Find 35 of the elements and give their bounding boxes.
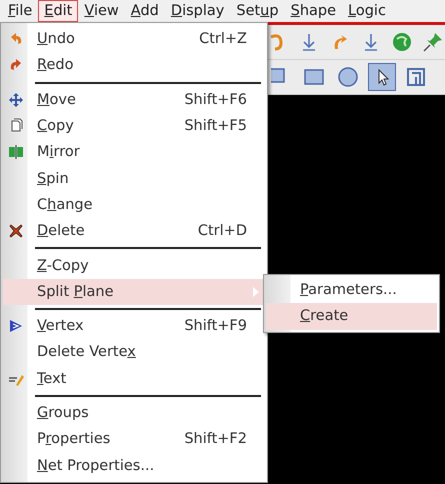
menu-item[interactable]: Redo [3,52,265,79]
globe-icon [390,31,413,53]
menu-item[interactable]: Properties Shift+F2 [3,426,265,452]
menu-item[interactable]: Net Properties... [3,452,265,479]
circle-icon [337,66,359,88]
menu-bar-item[interactable]: Display [164,0,230,22]
submenu-arrow-icon [253,286,259,297]
menu-item[interactable]: Delete Ctrl+D [3,218,265,244]
move-icon [8,92,24,108]
menu-item[interactable]: Move Shift+F6 [3,86,265,113]
menu-item[interactable]: Text [3,366,265,392]
menu-bar-item[interactable]: Logic [342,0,392,22]
frame-icon [405,66,427,88]
menu-bar-item[interactable]: View [78,0,125,22]
menu-bar-item[interactable]: Add [124,0,165,22]
menu-item[interactable]: Split Plane [3,278,265,305]
menu-bar-item[interactable]: Edit [38,0,78,22]
menu-item[interactable]: Vertex Shift+F9 [3,312,265,340]
delete-icon [8,223,24,240]
menu-item[interactable]: Parameters... [266,277,437,304]
menu-item[interactable]: Change [3,192,265,218]
menu-item[interactable]: Mirror [3,139,265,166]
vertex-icon [8,318,24,334]
toolbar-button[interactable] [368,63,396,91]
menu-bar-item[interactable]: Setup [230,0,285,22]
mirror-icon [8,144,24,160]
menu-item[interactable]: Spin [3,165,265,192]
menu-bar-item[interactable]: Shape [284,0,342,22]
menu-bar-item[interactable]: File [2,0,38,22]
menu-item[interactable]: Create [266,303,437,330]
pin-icon [422,31,444,53]
menu-item[interactable]: Groups [3,400,265,426]
menu-item[interactable]: Z-Copy [3,252,265,279]
menu-item[interactable]: Copy Shift+F5 [3,112,265,140]
menu-item[interactable]: Delete Vertex [3,339,265,366]
